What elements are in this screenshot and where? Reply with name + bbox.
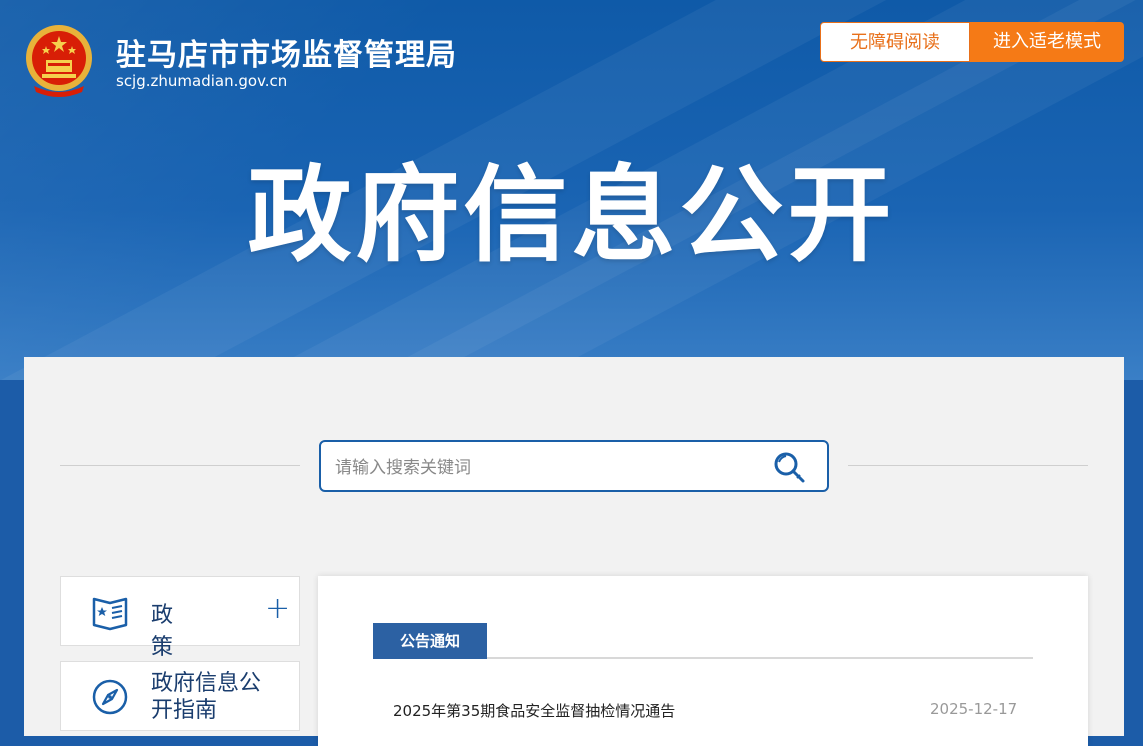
national-emblem-icon — [26, 25, 92, 97]
tab-announcements[interactable]: 公告通知 — [373, 623, 487, 659]
elder-mode-button[interactable]: 进入适老模式 — [970, 22, 1124, 62]
notice-item-date: 2025-12-17 — [930, 700, 1018, 718]
divider-left — [60, 465, 300, 466]
sidebar-item-policy[interactable]: 政策 + — [60, 576, 300, 660]
search-input[interactable] — [333, 454, 757, 482]
site-name[interactable]: 驻马店市市场监督管理局 — [116, 30, 457, 74]
accessibility-button[interactable]: 无障碍阅读 — [820, 22, 970, 62]
content-area: 政策 + 政府信息公开指南 公告通知 2025年第35期食品安全监督抽检情况通告… — [24, 357, 1124, 746]
expand-icon[interactable]: + — [265, 591, 290, 626]
search-box — [319, 440, 829, 492]
sidebar-item-guide[interactable]: 政府信息公开指南 — [60, 661, 300, 731]
notice-panel: 公告通知 2025年第35期食品安全监督抽检情况通告 2025-12-17 — [318, 576, 1088, 746]
header-banner: 驻马店市市场监督管理局 scjg.zhumadian.gov.cn 无障碍阅读 … — [0, 0, 1143, 380]
search-icon[interactable] — [771, 450, 807, 486]
page-title: 政府信息公开 — [247, 154, 896, 276]
divider-right — [848, 465, 1088, 466]
sidebar-item-label: 政策 — [151, 603, 210, 660]
sidebar-item-label: 政府信息公开指南 — [151, 671, 262, 723]
site-domain: scjg.zhumadian.gov.cn — [116, 72, 288, 90]
notice-item-title[interactable]: 2025年第35期食品安全监督抽检情况通告 — [393, 700, 675, 721]
compass-icon — [92, 679, 128, 715]
policy-icon — [92, 597, 128, 631]
